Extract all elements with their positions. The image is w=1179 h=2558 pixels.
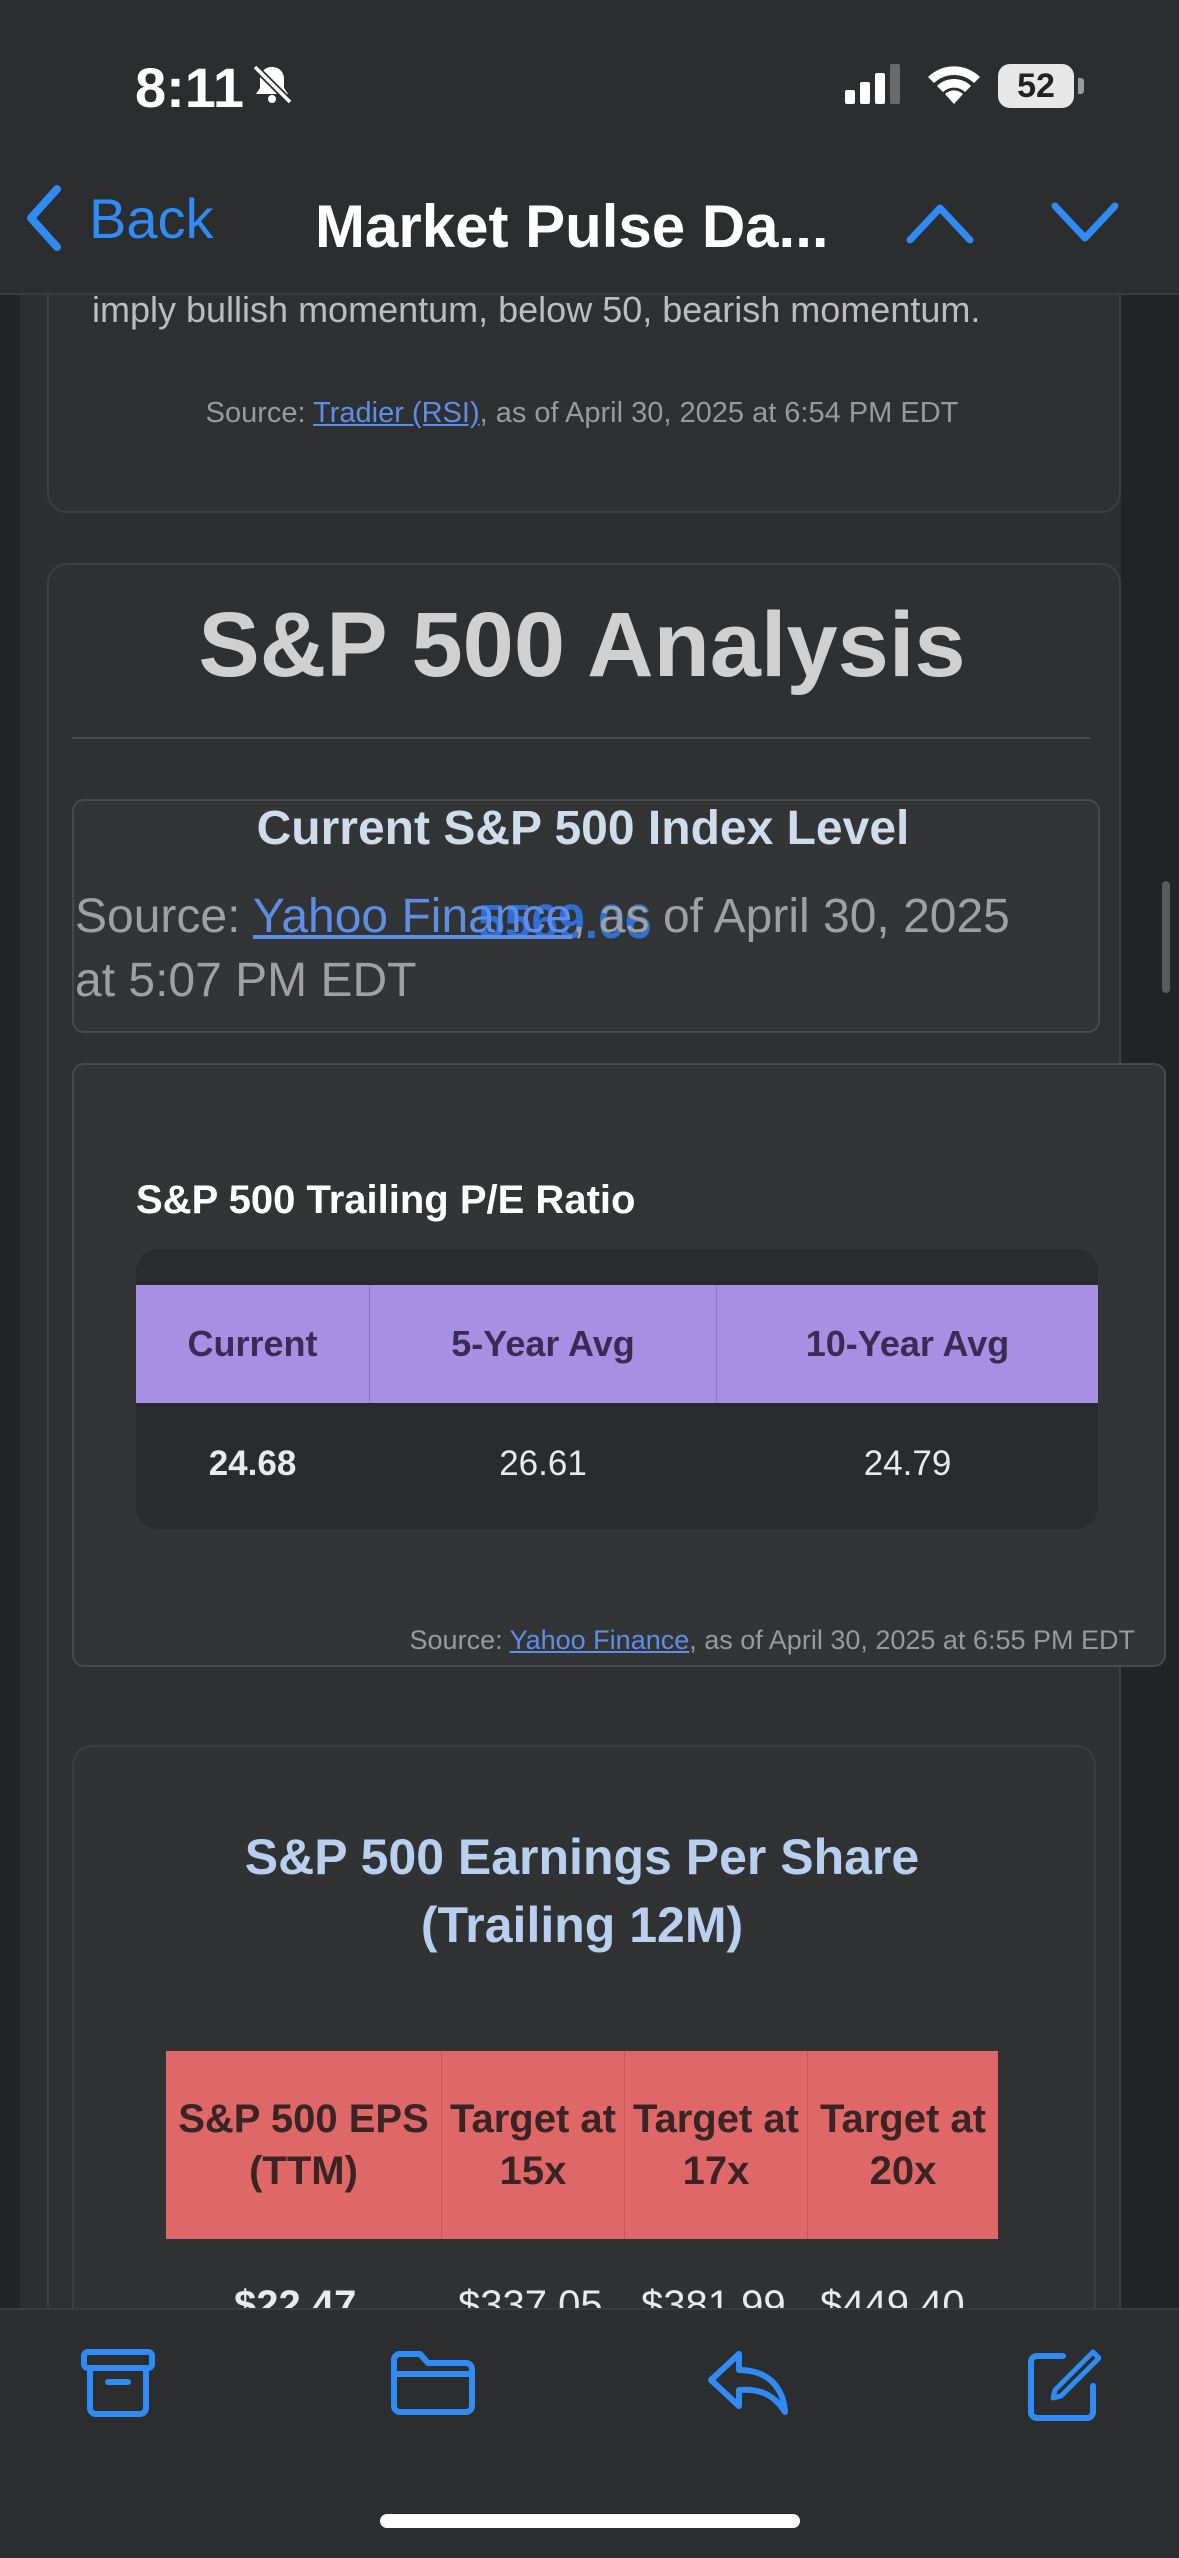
eps-value-17x: $381.99 xyxy=(641,2283,786,2308)
pe-value-5yr: 26.61 xyxy=(499,1444,587,1483)
reply-icon[interactable] xyxy=(705,2348,791,2418)
index-level-source: Source: Yahoo Finance, as of April 30, 2… xyxy=(75,890,1010,1007)
pe-ratio-source: Source: Yahoo Finance, as of April 30, 2… xyxy=(409,1625,1135,1655)
eps-value-15x: $337.05 xyxy=(458,2283,603,2308)
pe-ratio-table: Current 5-Year Avg 10-Year Avg 24.68 26.… xyxy=(136,1249,1098,1529)
index-level-title: Current S&P 500 Index Level xyxy=(256,802,910,855)
battery-indicator: 52 xyxy=(998,64,1074,108)
back-button[interactable]: Back xyxy=(25,185,214,251)
eps-value-20x: $449.40 xyxy=(820,2283,965,2308)
home-indicator[interactable] xyxy=(380,2514,800,2528)
mail-nav-bar: Back Market Pulse Da... xyxy=(0,175,1179,295)
pe-value-10yr: 24.79 xyxy=(863,1444,952,1483)
previous-message-chevron-up-icon[interactable] xyxy=(905,200,975,246)
archive-icon[interactable] xyxy=(80,2348,156,2418)
next-message-chevron-down-icon[interactable] xyxy=(1050,200,1120,246)
eps-header-17x: Target at 17x xyxy=(625,2051,808,2239)
eps-header-ttm: S&P 500 EPS (TTM) xyxy=(166,2051,442,2239)
scroll-indicator[interactable] xyxy=(1162,881,1170,993)
yahoo-finance-pe-link[interactable]: Yahoo Finance xyxy=(510,1625,690,1655)
section-divider xyxy=(72,737,1090,739)
status-time: 8:11 xyxy=(135,56,244,119)
email-body[interactable]: imply bullish momentum, below 50, bearis… xyxy=(0,293,1179,2308)
sp500-analysis-heading: S&P 500 Analysis xyxy=(198,594,966,696)
pe-ratio-title: S&P 500 Trailing P/E Ratio xyxy=(136,1178,636,1222)
yahoo-finance-link[interactable]: Yahoo Finance xyxy=(253,890,572,943)
rsi-explanation-text: imply bullish momentum, below 50, bearis… xyxy=(92,293,981,330)
pe-value-current: 24.68 xyxy=(208,1444,297,1483)
battery-tip xyxy=(1078,78,1084,94)
pe-header-current: Current xyxy=(136,1285,370,1403)
wifi-icon xyxy=(928,66,980,104)
silent-mode-icon xyxy=(252,64,293,105)
pe-header-10yr: 10-Year Avg xyxy=(717,1285,1098,1403)
rsi-source-line: Source: Tradier (RSI), as of April 30, 2… xyxy=(205,397,959,429)
eps-header-15x: Target at 15x xyxy=(442,2051,625,2239)
tradier-rsi-link[interactable]: Tradier (RSI) xyxy=(313,397,480,429)
status-bar: 8:11 52 xyxy=(0,0,1179,175)
back-label: Back xyxy=(89,186,214,250)
cellular-signal-icon xyxy=(845,64,900,104)
pe-header-5yr: 5-Year Avg xyxy=(370,1285,717,1403)
eps-value-ttm: $22.47 xyxy=(234,2283,357,2308)
message-subject-title: Market Pulse Da... xyxy=(315,193,829,260)
chevron-left-icon xyxy=(27,185,61,251)
eps-title: S&P 500 Earnings Per Share (Trailing 12M… xyxy=(244,1829,920,1953)
folder-icon[interactable] xyxy=(390,2348,476,2418)
eps-header-20x: Target at 20x xyxy=(808,2051,998,2239)
compose-icon[interactable] xyxy=(1025,2348,1101,2424)
